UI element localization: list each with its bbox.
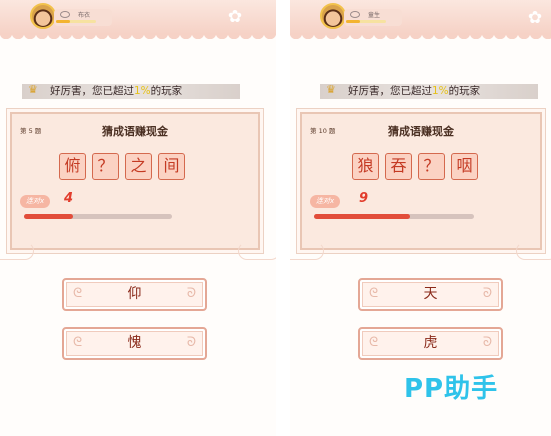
swirl-icon: ᘓ [369, 286, 379, 301]
game-screen-left: eye 布衣 ✿ ♛ 好厉害，您已超过1%的玩家 第 5 题 猜成语赚现金 俯 … [0, 0, 276, 436]
question-card: 第 5 题 猜成语赚现金 俯 ？ 之 间 连对x 4 [10, 112, 260, 250]
idiom-char: 咽 [451, 153, 478, 180]
idiom-chars: 狼 吞 ？ 咽 [352, 153, 478, 180]
eye-icon: eye [60, 11, 70, 18]
gear-icon[interactable]: ✿ [526, 9, 544, 27]
idiom-blank: ？ [418, 153, 445, 180]
idiom-char: 间 [158, 153, 185, 180]
swirl-icon: ᘐ [186, 335, 196, 350]
idiom-blank: ？ [92, 153, 119, 180]
rank-text: 好厉害，您已超过1%的玩家 [348, 85, 481, 97]
card-title: 猜成语赚现金 [388, 125, 454, 138]
top-bar: eye 布衣 ✿ [0, 0, 276, 39]
username: 童生 [368, 12, 381, 19]
rank-banner: ♛ 好厉害，您已超过1%的玩家 [320, 83, 538, 99]
swirl-icon: ᘐ [482, 335, 492, 350]
combo-label: 连对x [20, 195, 51, 208]
answer-button[interactable]: ᘓ仰ᘐ [62, 278, 207, 311]
avatar[interactable] [320, 3, 346, 29]
trophy-icon: ♛ [326, 83, 336, 96]
card-title: 猜成语赚现金 [102, 125, 168, 138]
watermark: PP助手 [404, 374, 499, 404]
combo-label: 连对x [310, 195, 341, 208]
swirl-icon: ᘐ [186, 286, 196, 301]
cloud-decoration [238, 242, 276, 260]
cloud-decoration [516, 242, 551, 260]
cloud-decoration [0, 242, 34, 260]
answer-button[interactable]: ᘓ虎ᘐ [358, 327, 503, 360]
progress-bar [24, 214, 172, 219]
top-bar: eye 童生 [290, 0, 551, 39]
answer-button[interactable]: ᘓ天ᘐ [358, 278, 503, 311]
trophy-icon: ♛ [28, 83, 38, 96]
idiom-char: 吞 [385, 153, 412, 180]
username: 布衣 [78, 12, 91, 19]
gear-icon[interactable]: ✿ [226, 8, 244, 26]
rank-text: 好厉害，您已超过1%的玩家 [50, 85, 183, 97]
swirl-icon: ᘐ [482, 286, 492, 301]
idiom-char: 狼 [352, 153, 379, 180]
combo-count: 4 [64, 191, 74, 206]
idiom-char: 俯 [59, 153, 86, 180]
user-level-bar [56, 20, 96, 23]
progress-bar [314, 214, 474, 219]
rank-banner: ♛ 好厉害，您已超过1%的玩家 [22, 83, 240, 99]
eye-icon: eye [350, 11, 360, 18]
question-card: 第 10 题 猜成语赚现金 狼 吞 ？ 咽 连对x 9 [300, 112, 542, 250]
user-level-bar [346, 20, 386, 23]
idiom-chars: 俯 ？ 之 间 [59, 153, 185, 180]
swirl-icon: ᘓ [73, 335, 83, 350]
combo-count: 9 [359, 191, 369, 206]
idiom-char: 之 [125, 153, 152, 180]
swirl-icon: ᘓ [369, 335, 379, 350]
cloud-decoration [290, 242, 324, 260]
swirl-icon: ᘓ [73, 286, 83, 301]
avatar[interactable] [30, 3, 56, 29]
answer-button[interactable]: ᘓ愧ᘐ [62, 327, 207, 360]
